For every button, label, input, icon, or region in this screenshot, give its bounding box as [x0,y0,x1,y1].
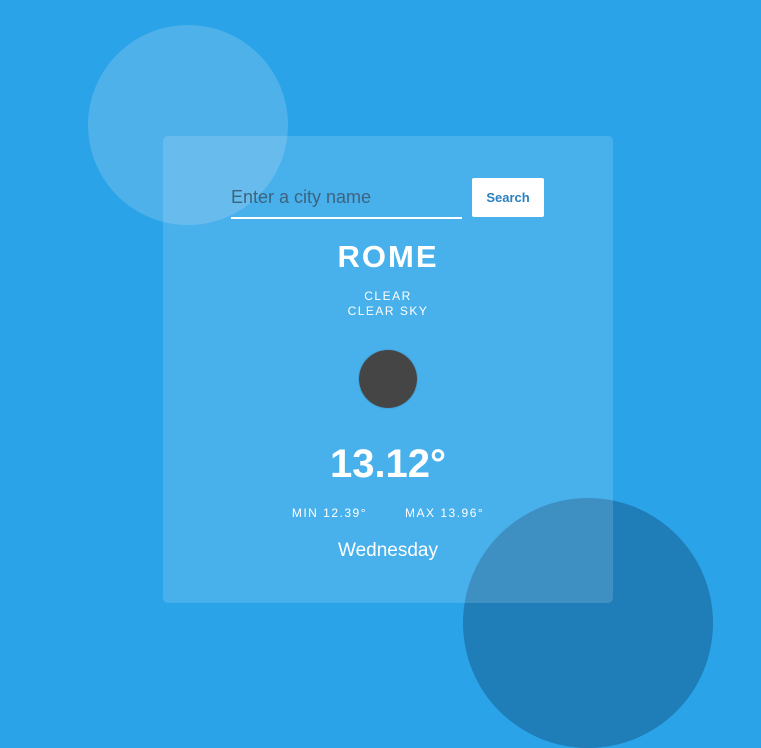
max-temperature: MAX 13.96° [405,506,485,520]
weather-main: CLEAR [364,289,412,303]
day-of-week: Wednesday [338,540,438,561]
search-button[interactable]: Search [472,178,544,217]
weather-status-icon [359,350,417,408]
weather-card: Search ROME CLEAR CLEAR SKY 13.12° MIN 1… [163,136,613,603]
min-temperature: MIN 12.39° [291,506,367,520]
current-temperature: 13.12° [329,442,447,486]
search-form: Search [231,178,544,219]
city-name: ROME [337,239,439,274]
temperature-range: MIN 12.39° MAX 13.96° [163,505,613,521]
city-search-input[interactable] [231,178,462,219]
weather-description: CLEAR SKY [347,304,429,318]
